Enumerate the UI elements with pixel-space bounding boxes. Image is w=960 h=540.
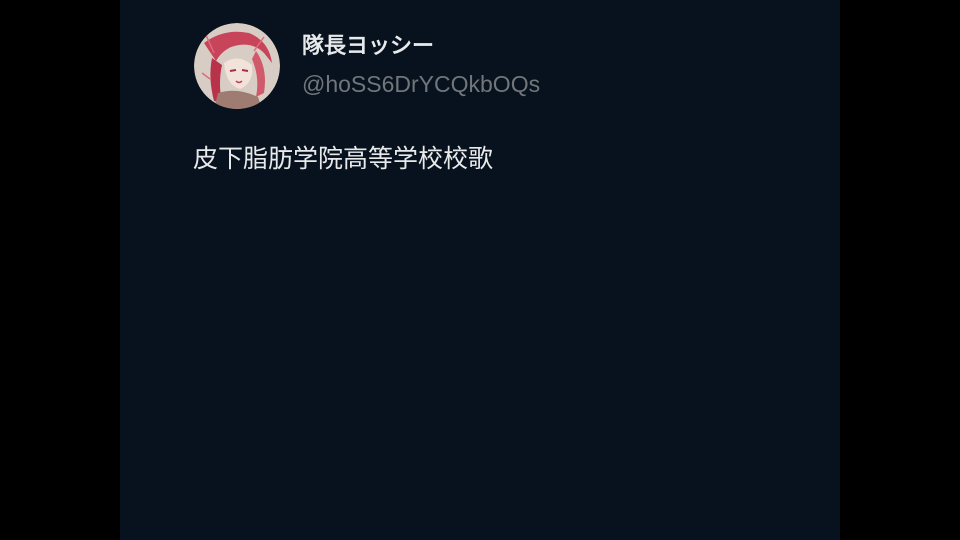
author-handle[interactable]: @hoSS6DrYCQkbOQs [302, 67, 540, 101]
tweet-card: 隊長ヨッシー @hoSS6DrYCQkbOQs 皮下脂肪学院高等学校校歌 [120, 0, 840, 540]
author-display-name[interactable]: 隊長ヨッシー [302, 30, 434, 64]
video-frame: 隊長ヨッシー @hoSS6DrYCQkbOQs 皮下脂肪学院高等学校校歌 [0, 0, 960, 540]
tweet-text: 皮下脂肪学院高等学校校歌 [193, 144, 494, 173]
avatar[interactable] [194, 23, 280, 109]
anime-illustration-avatar-icon [194, 23, 280, 109]
